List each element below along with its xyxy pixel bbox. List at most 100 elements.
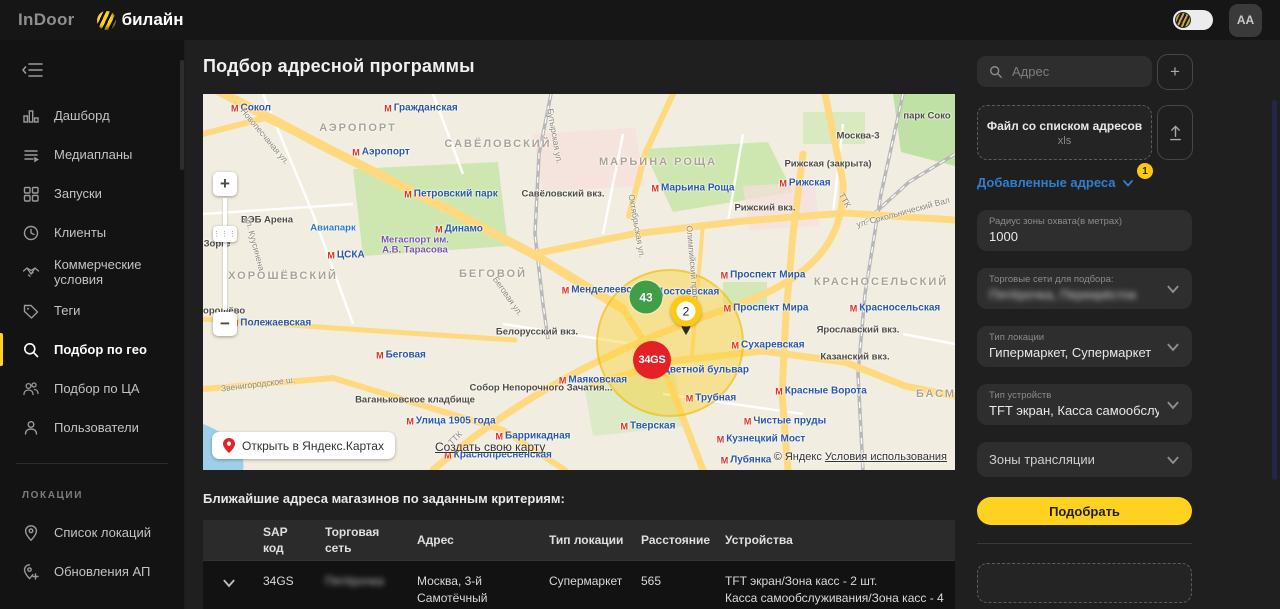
map-zoom-slider-handle[interactable]: ⋮⋮⋮ bbox=[213, 226, 237, 242]
map-label: МПетровский парк bbox=[404, 189, 497, 200]
sidebar-item-label: Подбор по ЦА bbox=[54, 381, 140, 396]
metro-icon: М bbox=[686, 393, 694, 403]
radius-label: Радиус зоны охвата(в метрах) bbox=[989, 216, 1180, 227]
page-scrollbar[interactable] bbox=[1272, 100, 1277, 480]
distance-cell: 565 bbox=[633, 569, 717, 609]
bottom-dropzone[interactable] bbox=[977, 563, 1192, 603]
map-label: МКрасносельская bbox=[850, 303, 940, 314]
metro-icon: М bbox=[721, 455, 729, 465]
upload-title: Файл со списком адресов bbox=[987, 119, 1142, 133]
map-label: МРижская bbox=[779, 178, 830, 189]
upload-file-button[interactable] bbox=[1157, 105, 1193, 160]
sidebar-item-tags[interactable]: Теги bbox=[0, 291, 184, 330]
sidebar-item-clients[interactable]: Клиенты bbox=[0, 213, 184, 252]
map-marker-2[interactable]: 2 bbox=[671, 296, 702, 327]
broadcast-zones-label: Зоны трансляции bbox=[989, 452, 1095, 467]
trade-networks-select[interactable]: Торговые сети для подбора: Пятёрочка, Пе… bbox=[977, 268, 1192, 309]
location-type-select[interactable]: Тип локации Гипермаркет, Супермаркет bbox=[977, 326, 1192, 367]
chevron-down-icon bbox=[1166, 282, 1180, 296]
sidebar-item-audience[interactable]: Подбор по ЦА bbox=[0, 369, 184, 408]
sap-code-cell: 34GS bbox=[255, 569, 317, 609]
expand-row-button[interactable] bbox=[203, 569, 255, 609]
map-label: ММарьина Роща bbox=[652, 183, 735, 194]
map-label: МЦСКА bbox=[327, 250, 364, 261]
location-type-label: Тип локации bbox=[989, 332, 1180, 343]
devices-cell: TFT экран/Зона касс - 2 шт.Касса самообс… bbox=[717, 569, 955, 609]
search-icon bbox=[989, 65, 1003, 79]
broadcast-zones-select[interactable]: Зоны трансляции bbox=[977, 442, 1192, 477]
sidebar-item-users[interactable]: Пользователи bbox=[0, 408, 184, 447]
table-header-row: SAP кодТорговая сетьАдресТип локацииРасс… bbox=[203, 520, 955, 560]
map-zoom-track bbox=[223, 198, 227, 310]
create-own-map-link[interactable]: Создать свою карту bbox=[435, 440, 545, 454]
map-label: МАРЬИНА РОЩА bbox=[599, 156, 717, 168]
table-row[interactable]: 34GSПятёрочкаМосква, 3-й Самотёчный пере… bbox=[203, 560, 955, 609]
sidebar-item-geo[interactable]: Подбор по гео bbox=[0, 330, 184, 369]
map-label: КРАСНОСЕЛЬСКИЙ bbox=[814, 276, 948, 288]
map-label: Рижская (закрыта) bbox=[784, 159, 871, 170]
sidebar-divider bbox=[16, 463, 168, 464]
map-label: парк Соко bbox=[903, 111, 950, 122]
theme-toggle[interactable] bbox=[1173, 10, 1213, 30]
metro-icon: М bbox=[327, 250, 335, 260]
map-label: МПроспект Мира bbox=[724, 303, 809, 314]
sidebar-item-label: Запуски bbox=[54, 186, 102, 201]
sidebar-item-dashboard[interactable]: Дашборд bbox=[0, 96, 184, 135]
sidebar-item-launches[interactable]: Запуски bbox=[0, 174, 184, 213]
beeline-wordmark: билайн bbox=[122, 10, 184, 30]
collapse-sidebar-button[interactable] bbox=[22, 60, 44, 80]
metro-icon: М bbox=[621, 421, 629, 431]
radius-field[interactable]: Радиус зоны охвата(в метрах) 1000 bbox=[977, 210, 1192, 251]
metro-icon: М bbox=[717, 434, 725, 444]
metro-icon: М bbox=[652, 183, 660, 193]
chevron-down-icon[interactable] bbox=[1122, 177, 1134, 189]
sidebar-item-label: Дашборд bbox=[54, 108, 110, 123]
chevron-down-icon bbox=[1166, 340, 1180, 354]
map-zoom-out-button[interactable]: − bbox=[213, 312, 237, 336]
sidebar-item-commercial[interactable]: Коммерческие условия bbox=[0, 252, 184, 291]
metro-icon: М bbox=[731, 340, 739, 350]
column-header: Устройства bbox=[717, 528, 955, 552]
map-marker-34GS[interactable]: 34GS bbox=[633, 341, 671, 379]
upload-icon bbox=[1168, 125, 1183, 141]
yandex-map[interactable]: АЭРОПОРТСАВЁЛОВСКИЙМАРЬИНА РОЩАХОРОШЁВСК… bbox=[203, 94, 955, 470]
location-type-cell: Супермаркет bbox=[541, 569, 633, 609]
map-label: МЧистые пруды bbox=[744, 416, 826, 427]
added-addresses-link[interactable]: Добавленные адреса bbox=[977, 175, 1116, 190]
sidebar-section-label: ЛОКАЦИИ bbox=[0, 480, 184, 513]
map-label: Савёловский вкз. bbox=[521, 189, 604, 200]
metro-icon: М bbox=[384, 103, 392, 113]
added-count-badge: 1 bbox=[1137, 163, 1153, 179]
sidebar-item-label: Пользователи bbox=[54, 420, 139, 435]
device-type-value: TFT экран, Касса самообслу... bbox=[989, 403, 1159, 418]
sidebar-item-locupdate[interactable]: Обновления АП bbox=[0, 552, 184, 591]
map-label: А.В. Тарасова bbox=[382, 245, 448, 256]
sidebar-scrollbar[interactable] bbox=[180, 60, 184, 170]
device-type-select[interactable]: Тип устройств TFT экран, Касса самообслу… bbox=[977, 384, 1192, 425]
submit-button[interactable]: Подобрать bbox=[977, 497, 1192, 525]
add-address-button[interactable]: + bbox=[1157, 54, 1193, 90]
network-cell: Пятёрочка bbox=[317, 569, 409, 609]
metro-icon: М bbox=[724, 303, 732, 313]
address-search-input[interactable]: Адрес bbox=[977, 56, 1152, 87]
users-icon bbox=[22, 419, 40, 437]
map-label: ХОРОШЁВСКИЙ bbox=[228, 270, 338, 282]
open-yandex-maps-button[interactable]: Открыть в Яндекс.Картах bbox=[212, 432, 395, 459]
column-header: Торговая сеть bbox=[317, 520, 409, 560]
map-label: Собор Непорочного Зачатия... bbox=[470, 383, 613, 394]
sidebar-item-label: Клиенты bbox=[54, 225, 106, 240]
copyright-text: © Яндекс bbox=[774, 451, 822, 463]
map-marker-43[interactable]: 43 bbox=[630, 281, 663, 314]
file-upload-dropzone[interactable]: Файл со списком адресов xls bbox=[977, 105, 1152, 160]
map-zoom-in-button[interactable]: + bbox=[213, 172, 237, 196]
terms-of-use-link[interactable]: Условия использования bbox=[825, 451, 947, 463]
sidebar-item-label: Список локаций bbox=[54, 525, 151, 540]
clients-icon bbox=[22, 224, 40, 242]
map-attribution: © Яндекс Условия использования bbox=[774, 451, 947, 463]
sidebar-item-mediaplans[interactable]: Медиапланы bbox=[0, 135, 184, 174]
sidebar-item-loclist[interactable]: Список локаций bbox=[0, 513, 184, 552]
layout: Дашборд Медиапланы Запуски Клиенты Коммерчес… bbox=[0, 40, 1280, 609]
user-avatar[interactable]: AA bbox=[1229, 4, 1262, 37]
map-label: МГражданская bbox=[384, 103, 457, 114]
search-placeholder: Адрес bbox=[1012, 64, 1049, 79]
